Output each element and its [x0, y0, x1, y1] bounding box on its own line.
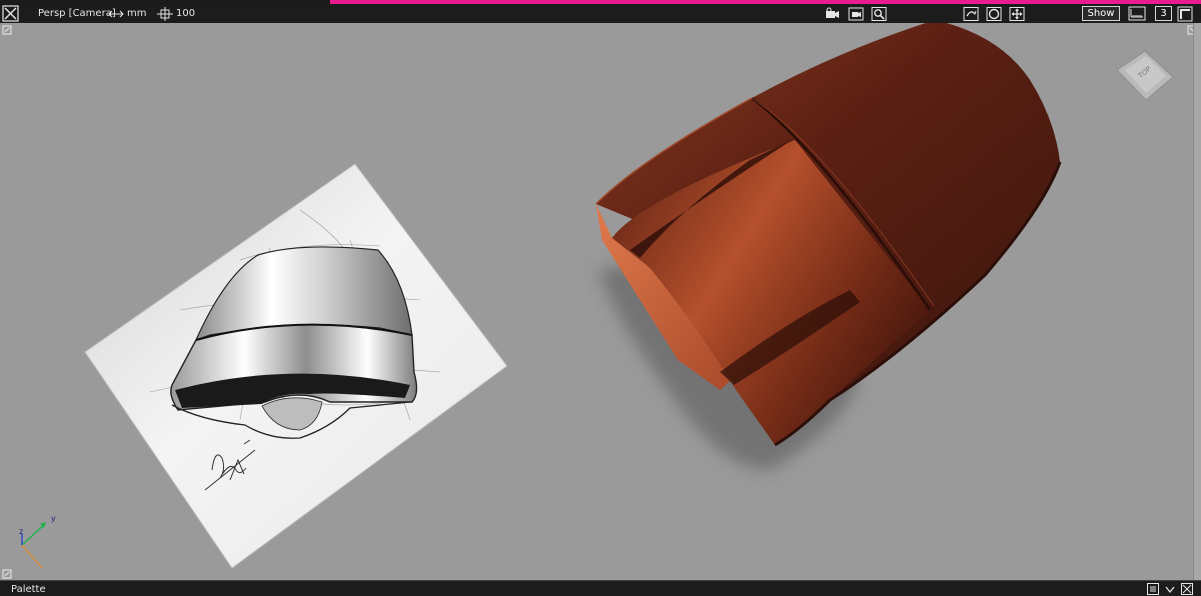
pan-button[interactable]: [1008, 6, 1025, 21]
close-x-icon: [2, 5, 19, 22]
viewport-scrollbar[interactable]: [1193, 23, 1201, 580]
show-button[interactable]: Show: [1082, 6, 1120, 21]
camera-tools: [823, 4, 887, 23]
axis-z-label: z: [19, 527, 23, 536]
axis-y-label: y: [51, 514, 56, 523]
camera-frame-icon: [848, 7, 863, 20]
view-label: Persp [Camera]: [38, 8, 116, 19]
look-at-button[interactable]: [985, 6, 1002, 21]
ruler-icon: [1128, 6, 1146, 21]
grid-value: 100: [176, 8, 196, 19]
layout-number-button[interactable]: 3: [1155, 6, 1172, 21]
3d-viewport[interactable]: TOP y z: [0, 20, 1201, 580]
axis-triad: y z: [19, 514, 56, 569]
units-label: mm: [127, 8, 147, 19]
sketch-image-plane[interactable]: [84, 163, 508, 569]
zoom-button[interactable]: [870, 6, 887, 21]
close-icon[interactable]: [1181, 583, 1193, 595]
tumble-button[interactable]: [962, 6, 979, 21]
grid-indicator[interactable]: 100: [157, 4, 195, 23]
view-name[interactable]: Persp [Camera]: [38, 4, 116, 23]
maximize-button[interactable]: [1177, 4, 1193, 23]
viewport-toolbar: Persp [Camera] mm 100 Show 3: [0, 4, 1201, 23]
ruler-button[interactable]: [1128, 4, 1146, 23]
chevron-down-icon[interactable]: [1164, 583, 1176, 595]
corner-maximize-icon: [1177, 6, 1193, 21]
view-tools: [962, 4, 1025, 23]
palette-label[interactable]: Palette: [11, 584, 46, 595]
tumble-icon: [963, 6, 978, 21]
close-viewport-button[interactable]: [2, 4, 19, 23]
grid-icon: [157, 6, 173, 21]
units-indicator[interactable]: mm: [108, 4, 146, 23]
camera-icon: [825, 7, 839, 18]
camera-move-button[interactable]: [823, 6, 840, 21]
magnifier-icon: [871, 6, 886, 21]
units-arrows-icon: [108, 10, 124, 17]
move-arrows-icon: [1009, 6, 1024, 21]
palette-bar: Palette: [0, 580, 1201, 596]
view-cube[interactable]: TOP: [1116, 50, 1174, 101]
viewport-scene[interactable]: TOP y z: [0, 20, 1201, 580]
camera-frame-button[interactable]: [847, 6, 864, 21]
sphere-icon: [986, 6, 1001, 21]
menu-lines-icon[interactable]: [1147, 583, 1159, 595]
